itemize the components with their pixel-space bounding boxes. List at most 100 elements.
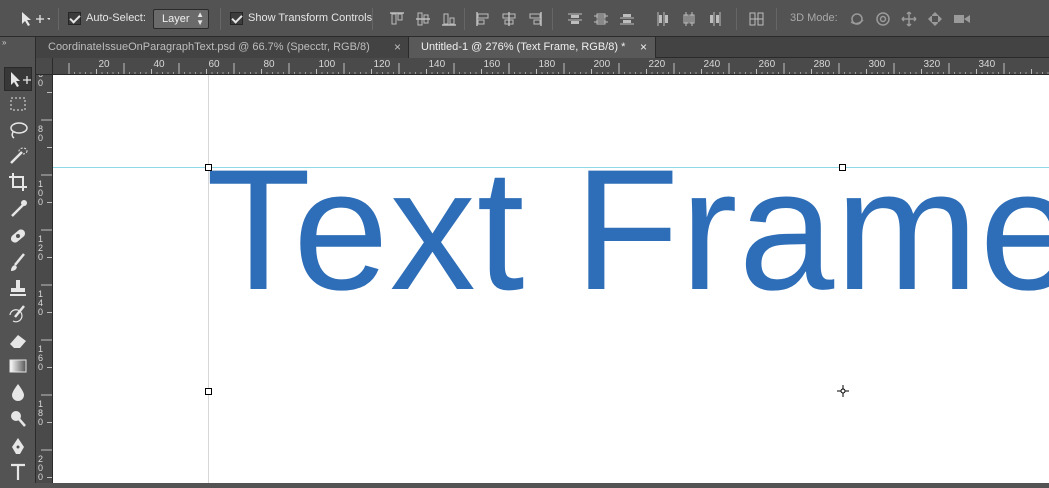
align-top-edges-icon[interactable] [388, 10, 406, 28]
eyedropper-icon [11, 200, 27, 217]
eraser-icon [10, 335, 26, 348]
ruler-tick-label: 0 [38, 472, 43, 482]
align-horizontal-centers-icon[interactable] [500, 10, 518, 28]
separator [736, 8, 737, 30]
transform-handle-top-left[interactable] [205, 164, 212, 171]
move-icon [11, 72, 31, 87]
move-tool[interactable] [4, 67, 32, 91]
3d-roll-icon[interactable] [874, 10, 892, 28]
distribute-left-edges-icon[interactable] [654, 10, 672, 28]
tab-label: Untitled-1 @ 276% (Text Frame, RGB/8) * [421, 41, 626, 53]
reference-point-crosshair-icon[interactable] [837, 384, 849, 397]
distribute-bottom-edges-icon[interactable] [618, 10, 636, 28]
ruler-tick-label: 0 [38, 417, 43, 427]
3d-pan-icon[interactable] [900, 10, 918, 28]
tab-untitled-1[interactable]: Untitled-1 @ 276% (Text Frame, RGB/8) * … [408, 37, 656, 58]
tools-panel: » [0, 37, 36, 483]
ruler-tick-label: 160 [484, 59, 501, 70]
horizontal-ruler-ticks: 20 40 60 80 100 120 140 160 180 200 220 240 260 280 30… [68, 59, 1049, 74]
align-bottom-edges-icon[interactable] [440, 10, 458, 28]
3d-mode-label: 3D Mode: [790, 12, 838, 24]
options-bar: Auto-Select: Layer ▲ ▼ Show Transform Con… [0, 0, 1049, 37]
history-brush-icon [9, 305, 25, 323]
ruler-tick-label: 140 [429, 59, 446, 70]
healing-brush-icon [10, 229, 26, 243]
marquee-icon [10, 97, 26, 111]
lasso-icon [10, 122, 28, 139]
auto-align-layers-icon[interactable] [748, 10, 766, 28]
ruler-tick-label: 80 [264, 59, 276, 70]
quick-selection-icon [10, 147, 28, 164]
show-transform-checkbox[interactable] [230, 12, 243, 25]
ruler-tick-label: 320 [924, 59, 941, 70]
separator [776, 8, 777, 30]
align-left-edges-icon[interactable] [474, 10, 492, 28]
ruler-tick-label: 180 [539, 59, 556, 70]
vertical-ruler-ticks: 6080100120140160180200 [38, 75, 52, 482]
ruler-tick-label: 120 [374, 59, 391, 70]
marquee-tool[interactable] [4, 93, 32, 117]
document-canvas[interactable]: Text Frame [53, 75, 1049, 483]
history-brush-tool[interactable] [4, 303, 32, 327]
move-tool-preset-icon[interactable] [20, 10, 51, 28]
ruler-tick-label: 0 [38, 78, 43, 88]
pen-tool[interactable] [4, 435, 32, 459]
vertical-ruler[interactable]: 6080100120140160180200 [36, 75, 53, 483]
close-icon[interactable]: × [640, 37, 647, 58]
ruler-origin[interactable] [36, 58, 53, 75]
distribute-right-edges-icon[interactable] [706, 10, 724, 28]
tab-coordinate-issue[interactable]: CoordinateIssueOnParagraphText.psd @ 66.… [36, 37, 408, 58]
show-transform-label: Show Transform Controls [248, 12, 373, 24]
auto-select-checkbox[interactable] [68, 12, 81, 25]
blur-tool[interactable] [4, 381, 32, 405]
distribute-vertical-centers-icon[interactable] [592, 10, 610, 28]
text-frame-layer[interactable]: Text Frame [206, 144, 1049, 316]
align-right-edges-icon[interactable] [526, 10, 544, 28]
align-vertical-centers-icon[interactable] [414, 10, 432, 28]
gradient-icon [9, 359, 27, 373]
eraser-tool[interactable] [4, 329, 32, 353]
healing-brush-tool[interactable] [4, 225, 32, 249]
clone-stamp-icon [10, 280, 26, 296]
3d-scale-video-icon[interactable] [952, 10, 970, 28]
crop-tool[interactable] [4, 171, 32, 195]
document-tab-bar: CoordinateIssueOnParagraphText.psd @ 66.… [36, 37, 1049, 58]
separator [372, 8, 373, 30]
ruler-tick-label: 100 [319, 59, 336, 70]
dodge-icon [11, 411, 26, 427]
type-tool[interactable] [4, 461, 32, 485]
clone-stamp-tool[interactable] [4, 277, 32, 301]
separator [464, 8, 465, 30]
lasso-tool[interactable] [4, 119, 32, 143]
blur-icon [12, 384, 24, 401]
separator [220, 8, 221, 30]
horizontal-ruler[interactable]: 20 40 60 80 100 120 140 160 180 200 220 240 260 280 30… [36, 58, 1049, 75]
3d-orbit-icon[interactable] [848, 10, 866, 28]
ruler-tick-label: 280 [814, 59, 831, 70]
distribute-top-edges-icon[interactable] [566, 10, 584, 28]
transform-handle-top-right[interactable] [839, 164, 846, 171]
transform-handle-bottom-left[interactable] [205, 388, 212, 395]
eyedropper-tool[interactable] [4, 197, 32, 221]
3d-slide-icon[interactable] [926, 10, 944, 28]
separator [552, 8, 553, 30]
distribute-horizontal-centers-icon[interactable] [680, 10, 698, 28]
ruler-tick-label: 40 [154, 59, 166, 70]
ruler-tick-label: 0 [38, 197, 43, 207]
panel-collapse-icon[interactable]: » [2, 38, 6, 47]
ruler-tick-label: 240 [704, 59, 721, 70]
separator [58, 8, 59, 30]
crop-icon [9, 173, 27, 191]
gradient-tool[interactable] [4, 355, 32, 379]
brush-icon [11, 253, 25, 271]
auto-select-target-dropdown[interactable]: Layer ▲ ▼ [153, 9, 209, 29]
close-icon[interactable]: × [394, 37, 401, 58]
ruler-tick-label: 260 [759, 59, 776, 70]
ruler-tick-label: 0 [38, 362, 43, 372]
ruler-tick-label: 0 [38, 133, 43, 143]
brush-tool[interactable] [4, 251, 32, 275]
auto-select-label: Auto-Select: [86, 12, 146, 24]
ruler-tick-label: 20 [99, 59, 111, 70]
quick-selection-tool[interactable] [4, 145, 32, 169]
dodge-tool[interactable] [4, 407, 32, 431]
